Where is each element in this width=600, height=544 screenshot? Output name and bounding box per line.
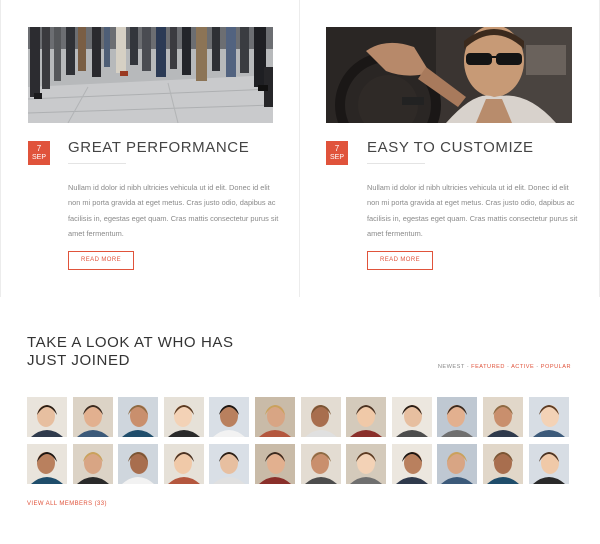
card-body-text: Nullam id dolor id nibh ultricies vehicu… <box>68 183 279 239</box>
person-portrait-icon <box>529 444 569 484</box>
date-badge: 7 SEP <box>326 141 348 165</box>
feature-cards-row: 7 SEP GREAT PERFORMANCE Nullam id dolor … <box>0 0 600 297</box>
person-portrait-icon <box>437 397 477 437</box>
member-avatar[interactable] <box>27 444 67 484</box>
feature-card-performance: 7 SEP GREAT PERFORMANCE Nullam id dolor … <box>0 0 300 297</box>
person-portrait-icon <box>209 444 249 484</box>
members-title-line2: JUST JOINED <box>27 352 131 369</box>
person-portrait-icon <box>392 397 432 437</box>
view-all-members-link[interactable]: VIEW ALL MEMBERS (33) <box>27 501 107 507</box>
member-avatar[interactable] <box>73 444 113 484</box>
person-portrait-icon <box>301 397 341 437</box>
date-day: 7 <box>36 144 42 153</box>
person-portrait-icon <box>437 444 477 484</box>
member-avatar[interactable] <box>255 397 295 437</box>
card-title: EASY TO CUSTOMIZE <box>367 139 534 156</box>
person-portrait-icon <box>27 444 67 484</box>
crowd-walking-photo[interactable] <box>28 27 273 123</box>
person-portrait-icon <box>27 397 67 437</box>
person-portrait-icon <box>529 397 569 437</box>
date-day: 7 <box>334 144 340 153</box>
person-portrait-icon <box>346 397 386 437</box>
person-portrait-icon <box>164 444 204 484</box>
member-avatar[interactable] <box>346 397 386 437</box>
read-more-button[interactable]: READ MORE <box>367 251 433 270</box>
filter-featured[interactable]: FEATURED <box>471 364 505 370</box>
person-portrait-icon <box>392 444 432 484</box>
person-portrait-icon <box>301 444 341 484</box>
member-avatar[interactable] <box>437 397 477 437</box>
person-portrait-icon <box>164 397 204 437</box>
person-portrait-icon <box>255 444 295 484</box>
date-badge: 7 SEP <box>28 141 50 165</box>
member-avatar[interactable] <box>73 397 113 437</box>
member-avatar[interactable] <box>392 397 432 437</box>
filter-newest[interactable]: NEWEST <box>438 364 465 370</box>
person-portrait-icon <box>73 444 113 484</box>
member-avatar[interactable] <box>483 397 523 437</box>
feature-card-customize: 7 SEP EASY TO CUSTOMIZE Nullam id dolor … <box>300 0 600 297</box>
person-portrait-icon <box>255 397 295 437</box>
member-avatar[interactable] <box>437 444 477 484</box>
date-month: SEP <box>31 154 46 161</box>
member-avatar[interactable] <box>301 397 341 437</box>
member-avatar[interactable] <box>529 444 569 484</box>
member-avatar[interactable] <box>529 397 569 437</box>
member-avatar[interactable] <box>346 444 386 484</box>
card-title: GREAT PERFORMANCE <box>68 139 250 156</box>
person-portrait-icon <box>209 397 249 437</box>
person-portrait-icon <box>346 444 386 484</box>
member-avatar[interactable] <box>164 397 204 437</box>
read-more-button[interactable]: READ MORE <box>68 251 134 270</box>
member-avatar[interactable] <box>301 444 341 484</box>
member-avatar[interactable] <box>209 444 249 484</box>
filter-popular[interactable]: POPULAR <box>541 364 571 370</box>
member-avatar[interactable] <box>27 397 67 437</box>
person-portrait-icon <box>118 444 158 484</box>
member-avatar[interactable] <box>483 444 523 484</box>
card-body-text: Nullam id dolor id nibh ultricies vehicu… <box>367 183 578 239</box>
person-portrait-icon <box>483 444 523 484</box>
member-avatar[interactable] <box>164 444 204 484</box>
title-divider <box>68 163 126 164</box>
filter-active[interactable]: ACTIVE <box>511 364 534 370</box>
members-title-line1: TAKE A LOOK AT WHO HAS <box>27 334 234 351</box>
member-avatar[interactable] <box>118 444 158 484</box>
members-title: TAKE A LOOK AT WHO HAS JUST JOINED <box>27 334 234 370</box>
person-portrait-icon <box>118 397 158 437</box>
member-avatar[interactable] <box>209 397 249 437</box>
person-portrait-icon <box>483 397 523 437</box>
title-divider <box>367 163 425 164</box>
member-avatar[interactable] <box>118 397 158 437</box>
member-avatar[interactable] <box>392 444 432 484</box>
new-members-section: TAKE A LOOK AT WHO HAS JUST JOINED NEWES… <box>0 298 600 544</box>
person-portrait-icon <box>73 397 113 437</box>
driver-sunglasses-photo[interactable] <box>326 27 572 123</box>
date-month: SEP <box>329 154 344 161</box>
member-avatar[interactable] <box>255 444 295 484</box>
member-filter-tabs: NEWEST - FEATURED - ACTIVE - POPULAR <box>438 364 571 370</box>
